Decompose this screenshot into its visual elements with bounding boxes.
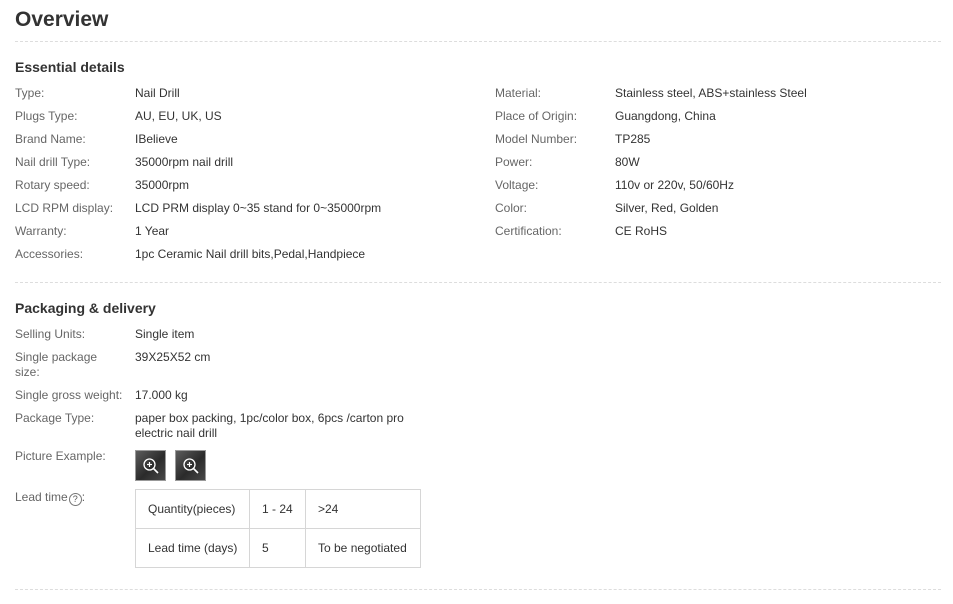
- picture-thumbnail-1[interactable]: [135, 450, 166, 481]
- detail-value: 39X25X52 cm: [135, 350, 211, 364]
- detail-label: Color:: [495, 201, 528, 215]
- table-cell: Quantity(pieces): [135, 489, 250, 529]
- detail-value: Single item: [135, 327, 195, 341]
- detail-label: Nail drill Type:: [15, 155, 91, 169]
- table-cell: >24: [305, 489, 421, 529]
- page-title: Overview: [15, 8, 109, 31]
- detail-label: Warranty:: [15, 224, 67, 238]
- divider: [15, 282, 941, 283]
- detail-value: 35000rpm: [135, 178, 190, 192]
- detail-label: Lead time?:: [15, 490, 86, 506]
- detail-value: Guangdong, China: [615, 109, 716, 123]
- table-row: Quantity(pieces) 1 - 24 >24: [135, 489, 421, 529]
- lead-time-label: Lead time: [15, 490, 68, 504]
- detail-label: Plugs Type:: [15, 109, 78, 123]
- divider: [15, 589, 941, 590]
- packaging-delivery-title: Packaging & delivery: [15, 300, 156, 316]
- detail-label: Certification:: [495, 224, 562, 238]
- detail-value: Stainless steel, ABS+stainless Steel: [615, 86, 807, 100]
- zoom-in-icon: [143, 458, 159, 474]
- lead-time-table: Quantity(pieces) 1 - 24 >24 Lead time (d…: [135, 489, 421, 568]
- detail-label: Selling Units:: [15, 327, 86, 341]
- detail-value: AU, EU, UK, US: [135, 109, 222, 123]
- detail-value: 35000rpm nail drill: [135, 155, 234, 169]
- divider: [15, 41, 941, 42]
- detail-label: Picture Example:: [15, 449, 106, 463]
- detail-label: Model Number:: [495, 132, 578, 146]
- zoom-in-icon: [183, 458, 199, 474]
- detail-value: LCD PRM display 0~35 stand for 0~35000rp…: [135, 201, 382, 215]
- table-cell: 1 - 24: [249, 489, 306, 529]
- detail-value: 17.000 kg: [135, 388, 188, 402]
- help-icon[interactable]: ?: [68, 493, 82, 506]
- detail-label: Power:: [495, 155, 533, 169]
- detail-value: paper box packing, 1pc/color box, 6pcs /…: [135, 411, 404, 440]
- detail-value: 1pc Ceramic Nail drill bits,Pedal,Handpi…: [135, 247, 366, 261]
- detail-label: Type:: [15, 86, 45, 100]
- detail-value: CE RoHS: [615, 224, 668, 238]
- detail-value: 1 Year: [135, 224, 170, 238]
- detail-value: TP285: [615, 132, 651, 146]
- detail-label: Single package size:: [15, 350, 98, 379]
- detail-label: Material:: [495, 86, 542, 100]
- essential-details-title: Essential details: [15, 59, 125, 75]
- picture-thumbnail-2[interactable]: [175, 450, 206, 481]
- table-cell: Lead time (days): [135, 528, 250, 568]
- detail-label: LCD RPM display:: [15, 201, 114, 215]
- table-cell: To be negotiated: [305, 528, 421, 568]
- detail-value: Nail Drill: [135, 86, 180, 100]
- detail-value: Silver, Red, Golden: [615, 201, 719, 215]
- detail-label: Rotary speed:: [15, 178, 90, 192]
- table-row: Lead time (days) 5 To be negotiated: [135, 528, 421, 568]
- detail-label: Place of Origin:: [495, 109, 578, 123]
- table-cell: 5: [249, 528, 306, 568]
- detail-value: 110v or 220v, 50/60Hz: [615, 178, 734, 192]
- detail-value: IBelieve: [135, 132, 178, 146]
- detail-label: Single gross weight:: [15, 388, 123, 402]
- detail-label: Package Type:: [15, 411, 95, 425]
- detail-label: Brand Name:: [15, 132, 86, 146]
- detail-label: Voltage:: [495, 178, 539, 192]
- detail-value: 80W: [615, 155, 640, 169]
- detail-label: Accessories:: [15, 247, 84, 261]
